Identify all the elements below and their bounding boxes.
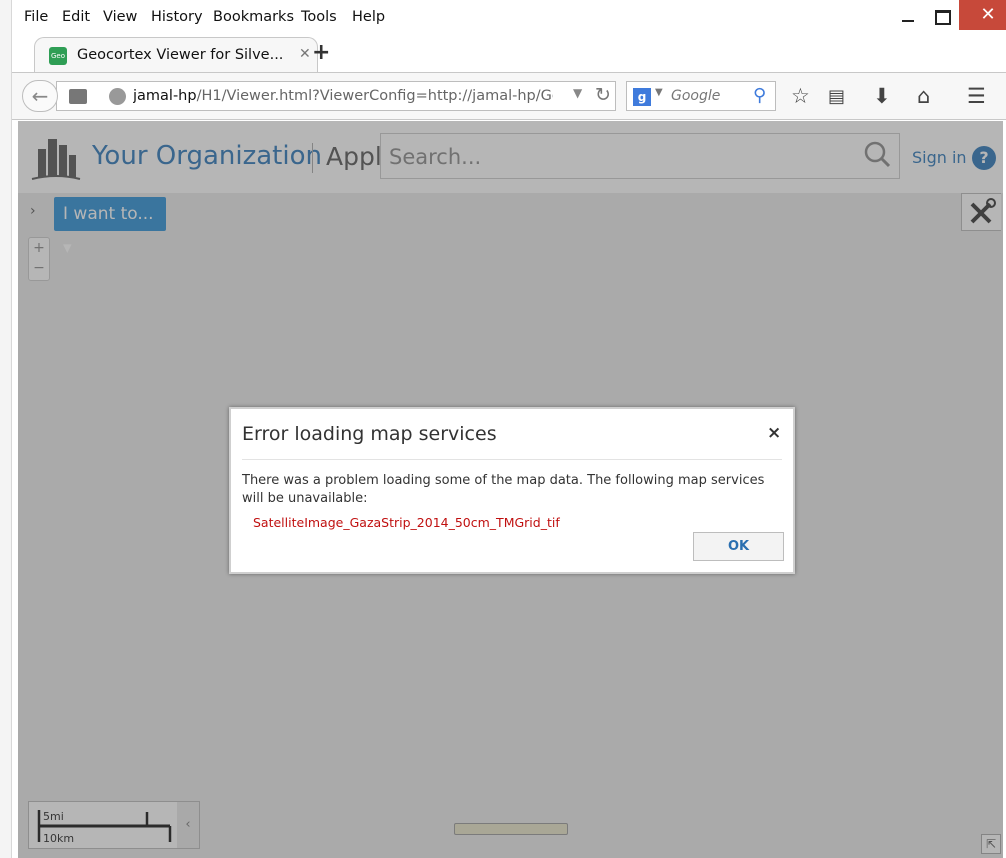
bookmark-star-icon[interactable]: ☆ [791,84,810,108]
menu-tools[interactable]: Tools [301,9,337,25]
dialog-message: There was a problem loading some of the … [242,473,765,506]
dialog-title: Error loading map services [242,423,497,445]
search-bar[interactable]: g ▼ Google ⚲ [626,81,776,111]
menu-bookmarks[interactable]: Bookmarks [213,9,294,25]
reading-list-icon[interactable] [69,89,87,104]
tab-close-icon[interactable]: ✕ [299,46,311,62]
new-tab-button[interactable]: + [312,40,330,65]
dialog-close-icon[interactable]: × [767,423,781,443]
download-icon[interactable]: ⬇ [873,84,891,108]
google-engine-icon[interactable]: g [633,88,651,106]
menu-file[interactable]: File [24,9,48,25]
url-host: jamal-hp [133,88,197,104]
url-text[interactable]: jamal-hp/H1/Viewer.html?ViewerConfig=htt… [133,88,553,104]
menu-history[interactable]: History [151,9,203,25]
window-close-button[interactable]: ✕ [959,0,1006,30]
tab-geocortex-viewer[interactable]: Geo Geocortex Viewer for Silve... ✕ [34,37,318,73]
error-dialog: Error loading map services × There was a… [229,407,795,574]
minimize-button[interactable] [890,0,926,30]
engine-dropdown-icon[interactable]: ▼ [655,87,663,98]
search-placeholder: Google [671,88,721,104]
url-history-dropdown-icon[interactable]: ▼ [573,86,582,100]
dialog-divider [242,459,782,460]
url-path: /H1/Viewer.html?ViewerConfig=http://jama… [196,88,553,104]
menu-edit[interactable]: Edit [62,9,90,25]
search-icon[interactable]: ⚲ [753,85,766,106]
geocortex-favicon-icon: Geo [49,47,67,65]
url-bar[interactable]: jamal-hp/H1/Viewer.html?ViewerConfig=htt… [56,81,616,111]
menu-help[interactable]: Help [352,9,385,25]
maximize-button[interactable] [923,0,959,30]
back-button[interactable]: ← [22,80,58,112]
ok-button[interactable]: OK [693,532,784,561]
globe-icon [109,88,126,105]
navigation-bar: jamal-hp/H1/Viewer.html?ViewerConfig=htt… [12,72,1006,120]
clipboard-icon[interactable]: ▤ [828,86,845,107]
menu-bar: File Edit View History Bookmarks Tools H… [12,0,1006,34]
menu-view[interactable]: View [103,9,137,25]
unavailable-service-name: SatelliteImage_GazaStrip_2014_50cm_TMGri… [253,515,560,530]
hamburger-menu-icon[interactable]: ☰ [967,84,986,108]
tab-title: Geocortex Viewer for Silve... [77,47,284,63]
background-window-strip [0,0,12,858]
reload-icon[interactable]: ↻ [595,84,611,106]
tab-strip: Geo Geocortex Viewer for Silve... ✕ + [12,34,1006,73]
home-icon[interactable]: ⌂ [917,84,930,108]
